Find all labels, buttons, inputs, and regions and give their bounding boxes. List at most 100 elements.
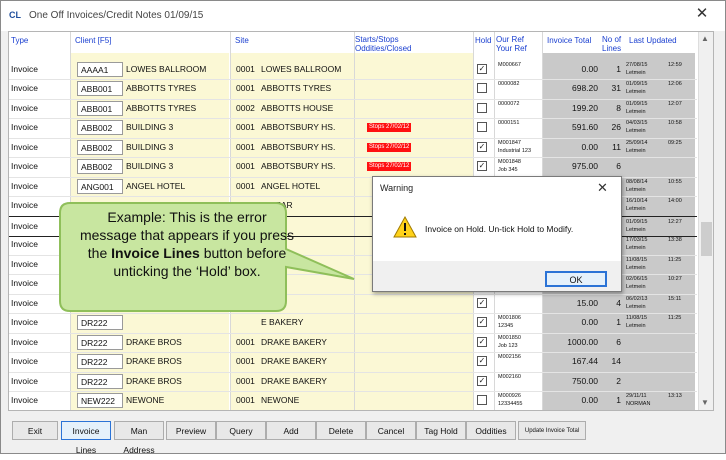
tag-hold-button[interactable]: Tag Hold <box>416 421 466 440</box>
header-site[interactable]: Site <box>235 36 249 45</box>
warning-body: Invoice on Hold. Un-tick Hold to Modify. <box>373 199 621 261</box>
hold-checkbox[interactable]: ✓ <box>477 297 487 308</box>
close-icon[interactable]: ✕ <box>690 4 714 24</box>
header-oddities[interactable]: Oddities/Closed <box>355 44 411 53</box>
hold-checkbox[interactable] <box>477 395 487 405</box>
row-updated-time: 11:25 <box>668 256 682 263</box>
header-hold[interactable]: Hold <box>475 36 491 45</box>
row-client-name: BUILDING 3 <box>126 161 174 171</box>
row-client-name: DRAKE BROS <box>126 336 182 347</box>
table-row[interactable]: Invoice ABB002 BUILDING 3 0001 ABBOTSBURY HS… <box>9 138 697 158</box>
add-button[interactable]: Add <box>266 421 316 440</box>
row-site-name: DRAKE BAKERY <box>261 375 327 386</box>
table-row[interactable]: Invoice ABB002 BUILDING 3 0001 ABBOTSBURY HS… <box>9 157 697 178</box>
row-last-updated: 01/09/15 Letmein <box>626 81 648 95</box>
cancel-button[interactable]: Cancel <box>366 421 416 440</box>
row-line-count: 2 <box>616 375 621 386</box>
row-site-number: 0002 <box>236 102 255 113</box>
row-site-name: E BAKERY <box>261 317 304 327</box>
row-site-number: 0001 <box>236 122 255 132</box>
row-line-count: 1 <box>616 63 621 74</box>
scroll-thumb[interactable] <box>701 222 712 256</box>
header-type[interactable]: Type <box>11 36 28 45</box>
row-client-name <box>126 313 228 332</box>
vertical-scrollbar[interactable]: ▲ ▼ <box>698 32 713 410</box>
client-code-field[interactable]: ABB002 <box>77 159 123 174</box>
table-row[interactable]: Invoice DR222 E BAKERY ✓ M001806 12345 0.00 1 1… <box>9 313 697 334</box>
preview-button[interactable]: Preview <box>166 421 216 440</box>
client-code-field[interactable]: AAAA1 <box>77 61 123 77</box>
row-updated-time <box>668 334 692 343</box>
row-client-name: LOWES BALLROOM <box>126 63 207 74</box>
query-button[interactable]: Query <box>216 421 266 440</box>
stop-badge: Stops 27/02/12 <box>367 162 412 171</box>
row-line-count: 11 <box>612 141 621 152</box>
exit-button[interactable]: Exit <box>12 421 58 440</box>
table-row[interactable]: Invoice ABB002 BUILDING 3 0001 ABBOTSBURY HS… <box>9 118 697 139</box>
window-title: One Off Invoices/Credit Notes 01/09/15 <box>29 10 204 21</box>
row-reference: M001847 Industrial 123 <box>498 139 532 154</box>
row-last-updated: 02/06/15 Letmein <box>626 276 648 290</box>
row-invoice-total: 698.20 <box>572 83 598 93</box>
scroll-down-icon[interactable]: ▼ <box>701 398 709 407</box>
ok-button[interactable]: OK <box>545 271 607 287</box>
header-invoice-total[interactable]: Invoice Total <box>547 36 591 45</box>
table-row[interactable]: Invoice NEW222 NEWONE 0001 NEWONE M000926 123… <box>9 391 697 410</box>
client-code-field[interactable]: ABB001 <box>77 100 123 116</box>
hold-checkbox[interactable]: ✓ <box>477 356 487 366</box>
header-your-ref[interactable]: Your Ref <box>496 44 527 53</box>
table-row[interactable]: Invoice DR222 DRAKE BROS 0001 DRAKE BAKERY ✓ M… <box>9 333 697 353</box>
row-client-name: NEWONE <box>126 395 165 405</box>
header-our-ref[interactable]: Our Ref <box>496 35 524 44</box>
hold-checkbox[interactable]: ✓ <box>477 161 487 171</box>
row-site-name: ANGEL HOTEL <box>261 180 321 191</box>
header-client[interactable]: Client [F5] <box>75 36 111 45</box>
table-row[interactable]: Invoice DR222 DRAKE BROS 0001 DRAKE BAKERY ✓ M… <box>9 352 697 373</box>
row-last-updated: 16/10/14 Letmein <box>626 198 648 212</box>
hold-checkbox[interactable]: ✓ <box>477 375 487 386</box>
client-code-field[interactable]: NEW222 <box>77 393 123 408</box>
table-row[interactable]: Invoice ABB001 ABBOTTS TYRES 0001 ABBOTTS TY… <box>9 79 697 100</box>
client-code-field[interactable]: DR222 <box>77 354 123 369</box>
man-address-button[interactable]: Man Address <box>114 421 164 455</box>
row-invoice-total: 0.00 <box>581 141 598 152</box>
client-code-field[interactable]: DR222 <box>77 315 123 330</box>
close-icon[interactable]: ✕ <box>597 180 608 196</box>
header-lines[interactable]: Lines <box>602 44 621 53</box>
client-code-field[interactable]: ABB002 <box>77 120 123 135</box>
hold-checkbox[interactable] <box>477 102 487 113</box>
client-code-field[interactable]: DR222 <box>77 334 123 350</box>
header-no-of[interactable]: No of <box>602 35 621 44</box>
client-code-field[interactable]: ABB001 <box>77 81 123 96</box>
row-line-count: 1 <box>616 395 621 405</box>
row-last-updated: 08/08/14 Letmein <box>626 178 648 193</box>
header-last-updated[interactable]: Last Updated <box>629 36 677 45</box>
hold-checkbox[interactable]: ✓ <box>477 141 487 152</box>
row-line-count: 26 <box>611 122 621 132</box>
table-row[interactable]: Invoice ABB001 ABBOTTS TYRES 0002 ABBOTTS HO… <box>9 99 697 119</box>
row-reference: 0000151 <box>498 120 520 126</box>
hold-checkbox[interactable]: ✓ <box>477 63 487 74</box>
scroll-up-icon[interactable]: ▲ <box>701 34 709 43</box>
hold-checkbox[interactable]: ✓ <box>477 336 487 347</box>
client-code-field[interactable]: ANG001 <box>77 178 123 194</box>
oddities-button[interactable]: Oddities <box>466 421 516 440</box>
hold-checkbox[interactable]: ✓ <box>477 317 487 327</box>
update-invoice-total-button[interactable]: Update Invoice Total <box>518 421 586 440</box>
row-client-name: DRAKE BROS <box>126 375 182 386</box>
client-code-field[interactable]: ABB002 <box>77 139 123 155</box>
row-updated-time: 12:06 <box>668 81 682 87</box>
client-code-field[interactable]: DR222 <box>77 373 123 389</box>
hold-checkbox[interactable] <box>477 122 487 132</box>
hold-checkbox[interactable] <box>477 83 487 93</box>
row-client-name: BUILDING 3 <box>126 141 174 152</box>
table-row[interactable]: Invoice AAAA1 LOWES BALLROOM 0001 LOWES BALL… <box>9 60 697 80</box>
row-updated-time <box>668 353 692 362</box>
header-starts-stops[interactable]: Starts/Stops <box>355 35 399 44</box>
row-type: Invoice <box>11 356 38 366</box>
row-reference: M001850 Job 123 <box>498 334 521 349</box>
delete-button[interactable]: Delete <box>316 421 366 440</box>
table-row[interactable]: Invoice DR222 DRAKE BROS 0001 DRAKE BAKERY ✓ M… <box>9 372 697 392</box>
invoice-lines-button[interactable]: Invoice Lines <box>61 421 111 455</box>
row-last-updated: 11/08/15 Letmein <box>626 256 648 271</box>
